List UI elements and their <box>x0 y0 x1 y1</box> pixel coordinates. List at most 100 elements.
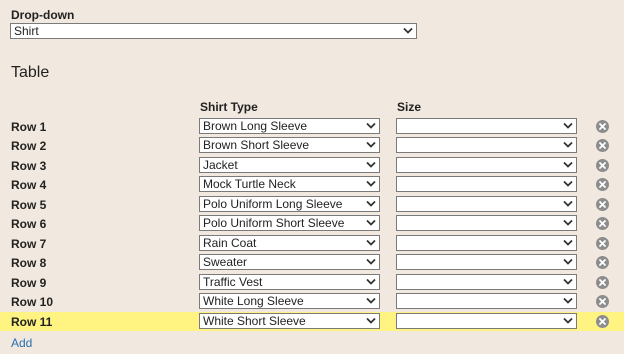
shirt-type-select[interactable]: Sweater <box>199 254 380 270</box>
size-select[interactable] <box>396 196 577 212</box>
shirt-type-value: Polo Uniform Long Sleeve <box>203 197 343 211</box>
shirt-type-value: White Short Sleeve <box>203 314 306 328</box>
remove-circle-icon <box>599 298 606 305</box>
chevron-down-icon <box>366 161 376 168</box>
shirt-category-value: Shirt <box>14 24 39 38</box>
row-label: Row 1 <box>11 120 47 134</box>
size-select[interactable] <box>396 157 577 173</box>
shirt-type-select[interactable]: Rain Coat <box>199 235 380 251</box>
chevron-down-icon <box>563 278 573 285</box>
chevron-down-icon <box>366 258 376 265</box>
size-column-header: Size <box>397 100 422 114</box>
size-select[interactable] <box>396 176 577 192</box>
table-row: Row 8 Sweater <box>0 253 624 272</box>
chevron-down-icon <box>366 180 376 187</box>
remove-row-button[interactable] <box>596 295 609 308</box>
remove-circle-icon <box>599 201 606 208</box>
size-select[interactable] <box>396 235 577 251</box>
remove-circle-icon <box>599 162 606 169</box>
remove-row-button[interactable] <box>596 178 609 191</box>
shirt-type-column-header: Shirt Type <box>200 100 258 114</box>
add-row-link[interactable]: Add <box>11 336 32 350</box>
remove-row-button[interactable] <box>596 139 609 152</box>
remove-row-button[interactable] <box>596 217 609 230</box>
table-row: Row 4 Mock Turtle Neck <box>0 175 624 194</box>
chevron-down-icon <box>563 141 573 148</box>
size-select[interactable] <box>396 293 577 309</box>
remove-circle-icon <box>599 279 606 286</box>
chevron-down-icon <box>563 161 573 168</box>
row-label: Row 8 <box>11 256 47 270</box>
size-select[interactable] <box>396 274 577 290</box>
row-label: Row 4 <box>11 178 47 192</box>
shirt-type-value: Rain Coat <box>203 236 257 250</box>
shirt-type-value: Jacket <box>203 158 238 172</box>
chevron-down-icon <box>563 258 573 265</box>
chevron-down-icon <box>366 141 376 148</box>
shirt-type-select[interactable]: Mock Turtle Neck <box>199 176 380 192</box>
shirt-type-value: Brown Long Sleeve <box>203 119 308 133</box>
chevron-down-icon <box>366 317 376 324</box>
chevron-down-icon <box>563 122 573 129</box>
row-label: Row 2 <box>11 139 47 153</box>
chevron-down-icon <box>403 27 413 34</box>
shirt-type-value: Mock Turtle Neck <box>203 177 296 191</box>
shirt-type-select[interactable]: Brown Short Sleeve <box>199 137 380 153</box>
shirt-type-select[interactable]: Polo Uniform Short Sleeve <box>199 215 380 231</box>
remove-row-button[interactable] <box>596 237 609 250</box>
shirt-type-value: Brown Short Sleeve <box>203 138 310 152</box>
shirt-type-value: Sweater <box>203 255 248 269</box>
remove-row-button[interactable] <box>596 315 609 328</box>
size-select[interactable] <box>396 313 577 329</box>
shirt-type-select[interactable]: Polo Uniform Long Sleeve <box>199 196 380 212</box>
remove-circle-icon <box>599 318 606 325</box>
table-title: Table <box>11 64 50 81</box>
table-row: Row 3 Jacket <box>0 156 624 175</box>
table-row: Row 1 Brown Long Sleeve <box>0 117 624 136</box>
chevron-down-icon <box>366 297 376 304</box>
shirt-category-select[interactable]: Shirt <box>10 23 417 39</box>
remove-circle-icon <box>599 240 606 247</box>
remove-circle-icon <box>599 123 606 130</box>
table-row: Row 11 White Short Sleeve <box>0 312 624 331</box>
table-row: Row 9 Traffic Vest <box>0 273 624 292</box>
chevron-down-icon <box>563 239 573 246</box>
table-row: Row 5 Polo Uniform Long Sleeve <box>0 195 624 214</box>
size-select[interactable] <box>396 254 577 270</box>
shirt-type-select[interactable]: Traffic Vest <box>199 274 380 290</box>
shirt-type-value: Polo Uniform Short Sleeve <box>203 216 345 230</box>
row-label: Row 3 <box>11 159 47 173</box>
remove-circle-icon <box>599 142 606 149</box>
chevron-down-icon <box>563 180 573 187</box>
remove-row-button[interactable] <box>596 159 609 172</box>
chevron-down-icon <box>366 219 376 226</box>
dropdown-label: Drop-down <box>11 8 75 22</box>
size-select[interactable] <box>396 137 577 153</box>
row-label: Row 5 <box>11 198 47 212</box>
shirt-type-select[interactable]: White Short Sleeve <box>199 313 380 329</box>
shirt-type-select[interactable]: Brown Long Sleeve <box>199 118 380 134</box>
table-row: Row 2 Brown Short Sleeve <box>0 136 624 155</box>
remove-row-button[interactable] <box>596 120 609 133</box>
chevron-down-icon <box>366 239 376 246</box>
remove-circle-icon <box>599 259 606 266</box>
table-row: Row 6 Polo Uniform Short Sleeve <box>0 214 624 233</box>
chevron-down-icon <box>563 200 573 207</box>
size-select[interactable] <box>396 118 577 134</box>
row-label: Row 11 <box>11 315 53 329</box>
row-label: Row 7 <box>11 237 47 251</box>
row-label: Row 10 <box>11 295 54 309</box>
size-select[interactable] <box>396 215 577 231</box>
row-label: Row 9 <box>11 276 47 290</box>
remove-row-button[interactable] <box>596 256 609 269</box>
remove-row-button[interactable] <box>596 198 609 211</box>
chevron-down-icon <box>366 200 376 207</box>
chevron-down-icon <box>563 297 573 304</box>
shirt-type-select[interactable]: Jacket <box>199 157 380 173</box>
table-row: Row 10 White Long Sleeve <box>0 292 624 311</box>
remove-row-button[interactable] <box>596 276 609 289</box>
shirt-type-value: Traffic Vest <box>203 275 263 289</box>
chevron-down-icon <box>366 122 376 129</box>
shirt-type-select[interactable]: White Long Sleeve <box>199 293 380 309</box>
row-label: Row 6 <box>11 217 47 231</box>
